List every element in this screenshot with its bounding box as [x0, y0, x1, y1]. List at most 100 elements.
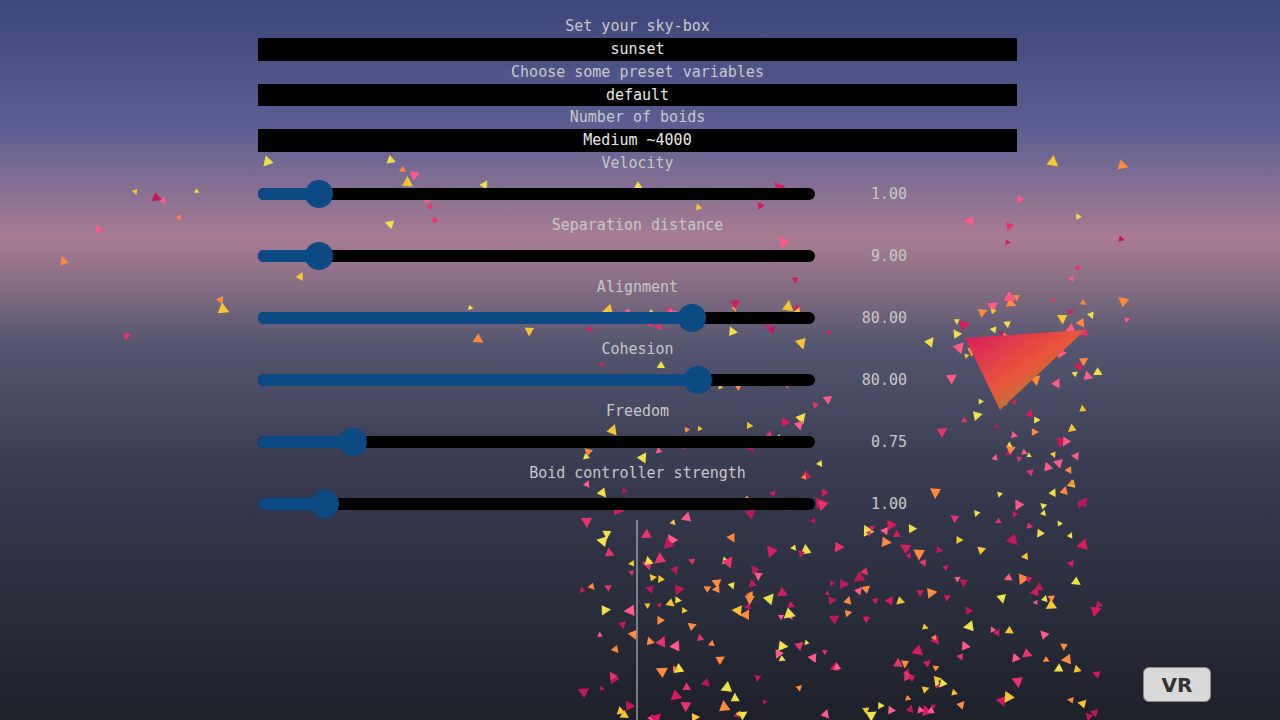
slider-thumb[interactable]: [311, 490, 339, 518]
boid-icon: [426, 203, 432, 210]
dropdown-row: Set your sky-boxsunset: [258, 15, 1017, 61]
slider-track[interactable]: [258, 312, 815, 324]
settings-panel: Set your sky-boxsunsetChoose some preset…: [258, 0, 1017, 524]
boid-icon: [628, 560, 634, 567]
slider-track[interactable]: [258, 188, 815, 200]
boid-icon: [974, 510, 980, 517]
dropdown-row: Choose some preset variablesdefault: [258, 61, 1017, 107]
boid-icon: [777, 587, 788, 596]
boid-icon: [472, 333, 483, 343]
boid-icon: [611, 645, 619, 653]
boid-icon: [882, 537, 892, 547]
boid-icon: [671, 690, 683, 701]
boid-icon: [962, 641, 971, 651]
boid-icon: [599, 362, 604, 367]
boid-icon: [1033, 600, 1038, 605]
boid-icon: [908, 676, 915, 682]
slider-track[interactable]: [258, 436, 815, 448]
boid-icon: [1006, 222, 1014, 231]
boid-icon: [854, 587, 862, 596]
boid-icon: [813, 402, 820, 409]
boid-icon: [607, 424, 617, 435]
boid-icon: [674, 663, 685, 673]
boid-icon: [296, 272, 303, 281]
boid-icon: [726, 533, 734, 543]
boid-icon: [913, 549, 925, 560]
dropdown[interactable]: sunset: [258, 38, 1017, 61]
boid-icon: [701, 678, 710, 687]
boid-icon: [1021, 553, 1028, 560]
boid-icon: [954, 577, 960, 583]
slider-track[interactable]: [258, 498, 815, 510]
boid-icon: [745, 510, 755, 519]
vr-button[interactable]: VR: [1143, 667, 1211, 702]
boid-icon: [822, 489, 829, 497]
boid-controller-icon[interactable]: [965, 330, 1085, 410]
boid-icon: [1080, 299, 1087, 305]
boid-icon: [893, 658, 903, 667]
boid-icon: [1093, 367, 1103, 375]
boid-icon: [1067, 308, 1073, 314]
boid-icon: [784, 608, 796, 619]
boid-icon: [1067, 697, 1074, 704]
boid-icon: [993, 629, 999, 637]
boid-icon: [782, 300, 793, 311]
boid-icon: [670, 566, 678, 575]
boid-icon: [992, 454, 998, 461]
slider-thumb[interactable]: [684, 366, 712, 394]
boid-icon: [953, 342, 964, 354]
boid-icon: [60, 256, 69, 265]
boid-icon: [1054, 663, 1064, 671]
controller-line-icon: [637, 520, 638, 720]
boid-icon: [618, 621, 626, 629]
slider-thumb[interactable]: [678, 304, 706, 332]
boid-icon: [790, 544, 796, 550]
boid-icon: [801, 474, 807, 480]
dropdown[interactable]: default: [258, 84, 1017, 107]
boid-icon: [656, 603, 661, 608]
boid-icon: [762, 700, 767, 705]
slider-reading: 80.00: [815, 369, 907, 392]
slider-track[interactable]: [258, 250, 815, 262]
boid-icon: [585, 326, 591, 333]
boid-icon: [869, 526, 876, 532]
boid-icon: [641, 528, 652, 538]
slider-row: Alignment80.00: [258, 276, 1017, 338]
boid-icon: [866, 712, 877, 720]
boid-icon: [1027, 452, 1032, 457]
boid-icon: [1087, 312, 1094, 319]
boid-icon: [698, 426, 703, 432]
boid-icon: [942, 565, 948, 571]
boid-icon: [1074, 362, 1082, 371]
slider-label: Alignment: [258, 276, 1017, 299]
boid-icon: [588, 583, 595, 590]
boid-icon: [917, 590, 924, 597]
boid-icon: [722, 557, 733, 569]
boid-icon: [1068, 276, 1074, 282]
dropdown[interactable]: Medium ~4000: [258, 129, 1017, 152]
boid-icon: [840, 579, 849, 589]
boid-icon: [1118, 297, 1129, 307]
boid-icon: [637, 452, 647, 463]
boid-icon: [1061, 654, 1071, 665]
boid-icon: [959, 320, 970, 331]
boid-icon: [688, 623, 697, 631]
slider-thumb[interactable]: [339, 428, 367, 456]
slider-fill: [258, 312, 692, 324]
boid-icon: [1044, 462, 1053, 472]
boid-icon: [901, 661, 909, 669]
boid-icon: [1096, 600, 1104, 608]
boid-icon: [996, 594, 1006, 604]
slider-thumb[interactable]: [305, 180, 333, 208]
boid-icon: [1048, 488, 1055, 497]
slider-reading: 1.00: [815, 493, 907, 516]
boid-icon: [924, 337, 934, 348]
boid-icon: [822, 650, 828, 655]
dropdown-label: Set your sky-box: [258, 15, 1017, 38]
boid-icon: [900, 545, 911, 554]
slider-thumb[interactable]: [305, 242, 333, 270]
boid-icon: [721, 681, 733, 692]
slider-track[interactable]: [258, 374, 815, 386]
boid-icon: [810, 517, 816, 524]
boid-icon: [767, 326, 775, 335]
